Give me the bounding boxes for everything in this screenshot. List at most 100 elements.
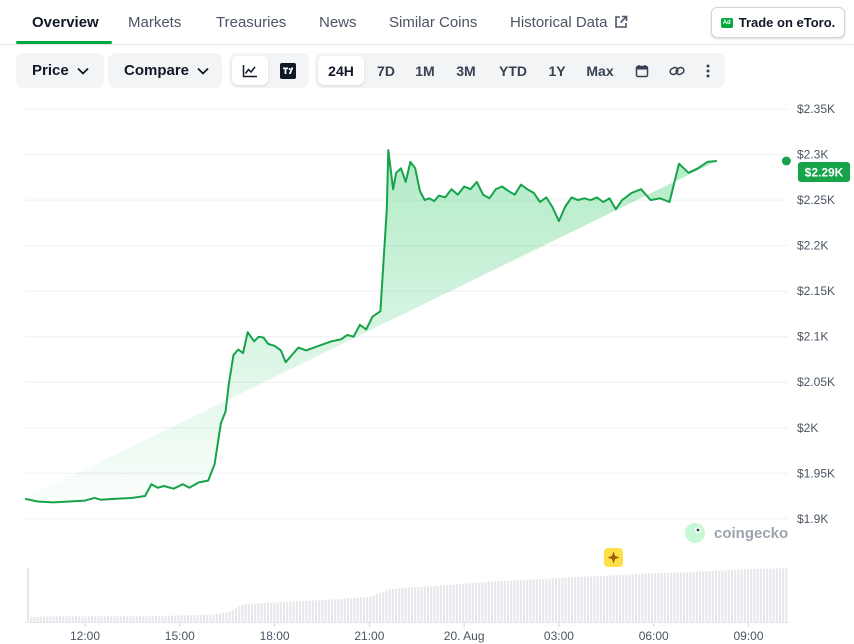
volume-bar: [331, 599, 333, 622]
volume-bar: [414, 587, 417, 622]
volume-bar: [398, 588, 401, 622]
volume-bar: [126, 616, 129, 622]
volume-bar: [263, 603, 266, 622]
y-tick-label: $1.95K: [797, 466, 835, 480]
volume-bar: [164, 615, 167, 622]
volume-bar: [574, 577, 577, 622]
volume-bar: [91, 616, 93, 622]
volume-bar: [612, 575, 615, 622]
volume-bar: [257, 603, 260, 622]
volume-bar: [244, 604, 247, 622]
volume-bar: [401, 587, 404, 622]
volume-bar: [567, 577, 570, 622]
volume-bar: [500, 581, 503, 622]
volume-bar: [190, 615, 193, 622]
y-tick-label: $1.9K: [797, 512, 828, 526]
volume-bar: [455, 584, 458, 622]
volume-bar: [731, 570, 733, 622]
svg-text:$2.29K: $2.29K: [805, 166, 844, 180]
volume-bar: [324, 599, 327, 622]
volume-bar: [273, 602, 276, 622]
volume-bar: [436, 585, 439, 622]
x-tick-label: 09:00: [733, 629, 763, 643]
price-chart[interactable]: $2.35K $2.3K $2.25K $2.2K $2.15K $2.1K $2.05K $…: [0, 0, 854, 644]
volume-bar: [513, 580, 516, 622]
volume-bar: [203, 614, 205, 622]
volume-bar: [87, 616, 90, 622]
volume-bar: [327, 599, 330, 622]
volume-bar: [519, 580, 522, 622]
volume-bar: [46, 616, 49, 622]
volume-bar: [711, 571, 714, 622]
volume-bar: [417, 587, 420, 622]
volume-bar: [462, 583, 465, 622]
volume-bar: [667, 572, 669, 622]
volume-bar: [705, 571, 708, 622]
volume-bar: [775, 568, 778, 622]
volume-bar: [647, 573, 650, 622]
volume-bar: [615, 575, 618, 622]
volume-bar: [606, 575, 609, 622]
volume-bar: [235, 608, 237, 622]
volume-bar: [683, 572, 685, 622]
volume-bar: [369, 596, 372, 622]
volume-bar: [295, 601, 298, 622]
x-tick-label: 03:00: [544, 629, 574, 643]
x-tick-label: 12:00: [70, 629, 100, 643]
volume-bar: [75, 616, 77, 622]
volume-bar: [299, 601, 301, 622]
volume-bar: [407, 587, 410, 622]
volume-bar: [785, 568, 788, 622]
volume-bar: [97, 616, 100, 622]
volume-bar: [283, 602, 285, 622]
volume-bar: [206, 614, 209, 622]
volume-bar: [49, 616, 52, 622]
volume-bar: [148, 616, 151, 622]
volume-bar: [740, 569, 743, 622]
volume-bar: [766, 568, 769, 622]
volume-bar: [225, 612, 228, 622]
volume-bar: [724, 570, 727, 622]
volume-bar: [449, 584, 452, 622]
volume-bar: [484, 582, 487, 622]
volume-bar: [715, 570, 717, 622]
volume-bar: [65, 616, 68, 622]
volume-bar: [635, 574, 637, 622]
volume-bar: [100, 616, 103, 622]
volume-bar: [651, 573, 653, 622]
volume-bar: [708, 571, 711, 622]
watermark-text: coingecko: [714, 525, 788, 542]
volume-bar: [516, 580, 519, 622]
volume-bar: [353, 598, 356, 622]
volume-bar: [779, 568, 781, 622]
x-axis: 12:00 15:00 18:00 21:00 20. Aug 03:00 06:00 09:…: [25, 622, 788, 643]
volume-bar: [139, 616, 141, 622]
volume-bar: [267, 602, 269, 622]
volume-bar: [81, 616, 84, 622]
volume-bar: [334, 599, 337, 622]
volume-bar: [209, 614, 212, 622]
volume-bar: [657, 573, 660, 622]
volume-bar: [481, 582, 484, 622]
y-tick-label: $2K: [797, 421, 818, 435]
volume-bar: [593, 576, 596, 622]
volume-bar: [551, 578, 554, 622]
volume-bar: [769, 568, 772, 622]
volume-bar: [119, 616, 122, 622]
volume-bar: [372, 595, 375, 622]
x-tick-label: 18:00: [260, 629, 290, 643]
volume-bar: [571, 577, 573, 622]
volume-bar: [491, 581, 493, 622]
volume-bar: [430, 586, 433, 622]
volume-bar: [347, 598, 349, 622]
volume-bar: [763, 568, 765, 622]
volume-bar: [670, 572, 673, 622]
volume-bar: [174, 615, 177, 622]
volume-bars: [27, 568, 788, 622]
volume-bar: [395, 588, 397, 622]
volume-bar: [494, 581, 497, 622]
volume-bar: [443, 585, 445, 622]
volume-bar: [622, 574, 625, 622]
event-marker-icon[interactable]: [604, 548, 623, 567]
volume-bar: [628, 574, 631, 622]
